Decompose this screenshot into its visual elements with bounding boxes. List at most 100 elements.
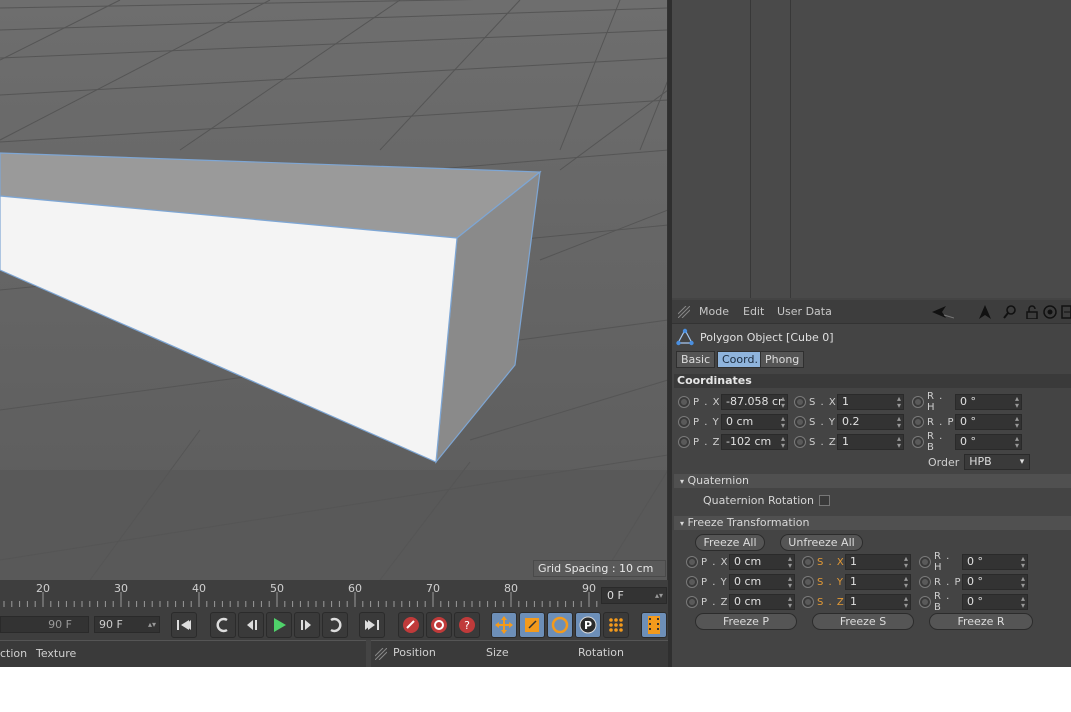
animate-radio[interactable] [794, 416, 806, 428]
go-to-start-button[interactable] [171, 612, 197, 638]
animate-radio[interactable] [912, 396, 924, 408]
menu-edit[interactable]: Edit [743, 305, 764, 318]
freeze-all-button[interactable]: Freeze All [695, 534, 765, 551]
pz-field[interactable]: -102 cm ▴ ▾ [721, 434, 788, 450]
animate-radio[interactable] [686, 596, 698, 608]
animate-radio[interactable] [678, 436, 690, 448]
timeline-ruler[interactable]: 20 30 40 50 60 70 80 90 [0, 580, 668, 610]
frozen-sy-field[interactable]: 1 ▴ ▾ [845, 574, 911, 590]
play-icon [274, 618, 286, 632]
back-arrow-icon[interactable] [932, 305, 954, 319]
quaternion-header: Quaternion [687, 474, 750, 487]
play-button[interactable] [266, 612, 292, 638]
animate-radio[interactable] [686, 576, 698, 588]
new-panel-icon[interactable] [1061, 305, 1071, 319]
rh-value: 0 ° [960, 395, 976, 408]
header-rotation: Rotation [578, 646, 625, 659]
animate-radio[interactable] [794, 396, 806, 408]
tab-phong[interactable]: Phong [760, 351, 805, 368]
animate-radio[interactable] [678, 416, 690, 428]
px-field[interactable]: -87.058 cr ▴ ▾ [721, 394, 788, 410]
tab-coord[interactable]: Coord. [717, 351, 763, 368]
previous-frame-button[interactable] [238, 612, 264, 638]
px-label: P . X [693, 396, 721, 408]
transport-bar: 90 F 90 F ▴▾ ? P [0, 610, 668, 640]
rotation-track-button[interactable] [547, 612, 573, 638]
rh-field[interactable]: 0 ° ▴ ▾ [955, 394, 1022, 410]
freeze-r-button[interactable]: Freeze R [929, 613, 1033, 630]
previous-key-button[interactable] [210, 612, 236, 638]
autokey-button[interactable] [426, 612, 452, 638]
tab-basic[interactable]: Basic [676, 351, 716, 368]
animate-radio[interactable] [678, 396, 690, 408]
menu-mode[interactable]: Mode [699, 305, 729, 318]
animate-radio[interactable] [919, 596, 931, 608]
menu-user-data[interactable]: User Data [777, 305, 832, 318]
menu-function[interactable]: ction [0, 647, 27, 660]
grip-icon[interactable] [678, 306, 690, 318]
animate-radio[interactable] [919, 556, 931, 568]
parameter-track-button[interactable]: P [575, 612, 601, 638]
frozen-rb-label: R . B [934, 591, 951, 613]
rb-field[interactable]: 0 ° ▴ ▾ [955, 434, 1022, 450]
animate-radio[interactable] [802, 576, 814, 588]
animate-radio[interactable] [794, 436, 806, 448]
lock-icon[interactable] [1025, 305, 1039, 319]
search-icon[interactable] [1003, 305, 1017, 319]
sz-field[interactable]: 1 ▴ ▾ [837, 434, 904, 450]
quaternion-rotation-checkbox[interactable] [819, 494, 831, 506]
autokey-icon [431, 617, 447, 633]
timeline-window-button[interactable] [641, 612, 667, 638]
end-frame-field[interactable]: 90 F [0, 616, 89, 633]
animate-radio[interactable] [919, 576, 931, 588]
keyframe-selection-button[interactable]: ? [454, 612, 480, 638]
viewport-scene [0, 0, 667, 580]
target-icon[interactable] [1043, 305, 1057, 319]
collapse-triangle-icon: ▾ [680, 477, 685, 486]
rotate-icon [551, 616, 569, 634]
freeze-s-button[interactable]: Freeze S [812, 613, 914, 630]
next-key-button[interactable] [322, 612, 348, 638]
object-manager-panel[interactable] [672, 0, 1071, 298]
current-frame-field[interactable]: 0 F ▴▾ [601, 587, 667, 604]
unfreeze-all-button[interactable]: Unfreeze All [780, 534, 863, 551]
animate-radio[interactable] [802, 596, 814, 608]
sy-field[interactable]: 0.2 ▴ ▾ [837, 414, 904, 430]
grip-icon[interactable] [375, 648, 387, 660]
frozen-pz-field[interactable]: 0 cm ▴ ▾ [729, 594, 795, 610]
scale-track-button[interactable] [519, 612, 545, 638]
point-level-button[interactable] [603, 612, 629, 638]
ruler-tick-label: 40 [192, 582, 206, 595]
position-track-button[interactable] [491, 612, 517, 638]
animate-radio[interactable] [912, 436, 924, 448]
frozen-sz-field[interactable]: 1 ▴ ▾ [845, 594, 911, 610]
freeze-p-button[interactable]: Freeze P [695, 613, 797, 630]
ruler-tick-label: 80 [504, 582, 518, 595]
animate-radio[interactable] [802, 556, 814, 568]
frozen-rh-field[interactable]: 0 ° ▴ ▾ [962, 554, 1028, 570]
frozen-px-field[interactable]: 0 cm ▴ ▾ [729, 554, 795, 570]
up-arrow-icon[interactable] [978, 305, 992, 319]
quaternion-group[interactable]: ▾ Quaternion [674, 474, 1071, 488]
order-dropdown[interactable]: HPB ▾ [964, 454, 1031, 470]
max-frame-field[interactable]: 90 F ▴▾ [94, 616, 160, 633]
sz-label: S . Z [809, 436, 837, 448]
frozen-rp-field[interactable]: 0 ° ▴ ▾ [962, 574, 1028, 590]
frozen-rb-field[interactable]: 0 ° ▴ ▾ [962, 594, 1028, 610]
quaternion-rotation-row: Quaternion Rotation [703, 491, 831, 509]
viewport-3d[interactable]: Grid Spacing : 10 cm [0, 0, 668, 580]
go-to-end-button[interactable] [359, 612, 385, 638]
rp-field[interactable]: 0 ° ▴ ▾ [955, 414, 1022, 430]
frozen-py-field[interactable]: 0 cm ▴ ▾ [729, 574, 795, 590]
sx-field[interactable]: 1 ▴ ▾ [837, 394, 904, 410]
animate-radio[interactable] [912, 416, 924, 428]
menu-texture[interactable]: Texture [36, 647, 76, 660]
frozen-sx-field[interactable]: 1 ▴ ▾ [845, 554, 911, 570]
py-field[interactable]: 0 cm ▴ ▾ [721, 414, 788, 430]
next-frame-button[interactable] [294, 612, 320, 638]
record-keys-button[interactable] [398, 612, 424, 638]
animate-radio[interactable] [686, 556, 698, 568]
frozen-rb-value: 0 ° [967, 595, 983, 608]
frozen-rh-value: 0 ° [967, 555, 983, 568]
freeze-transformation-group[interactable]: ▾ Freeze Transformation [674, 516, 1071, 530]
